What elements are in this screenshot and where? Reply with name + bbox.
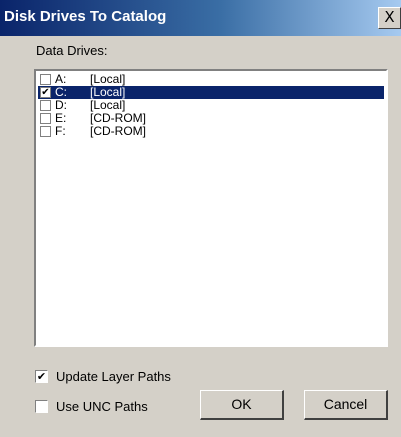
close-button[interactable]: X [378,7,401,29]
use-unc-paths-label: Use UNC Paths [56,399,148,414]
drive-letter: F: [55,124,66,138]
drive-type: [CD-ROM] [90,124,146,138]
update-layer-paths-checkbox[interactable]: ✔ [35,370,48,383]
drive-c-checkbox[interactable]: ✔ [40,87,51,98]
checkmark-icon: ✔ [36,370,47,383]
drive-item-f[interactable]: F: [CD-ROM] [38,125,384,138]
update-layer-paths-option[interactable]: ✔ Update Layer Paths [35,369,235,385]
drive-a-checkbox[interactable] [40,74,51,85]
update-layer-paths-label: Update Layer Paths [56,369,171,384]
drive-e-checkbox[interactable] [40,113,51,124]
use-unc-paths-checkbox[interactable] [35,400,48,413]
disk-drives-dialog: Disk Drives To Catalog X Data Drives: A:… [0,0,401,437]
cancel-button[interactable]: Cancel [304,390,388,420]
ok-button[interactable]: OK [200,390,284,420]
data-drives-label: Data Drives: [36,43,108,58]
close-icon: X [384,8,395,26]
window-title: Disk Drives To Catalog [4,8,167,25]
drive-f-checkbox[interactable] [40,126,51,137]
drives-listbox[interactable]: A: [Local] ✔ C: [Local] D: [Local] E: [C… [34,69,388,347]
title-bar[interactable]: Disk Drives To Catalog X [0,0,401,36]
drive-d-checkbox[interactable] [40,100,51,111]
checkmark-icon: ✔ [41,87,50,98]
use-unc-paths-option[interactable]: Use UNC Paths [35,399,195,415]
